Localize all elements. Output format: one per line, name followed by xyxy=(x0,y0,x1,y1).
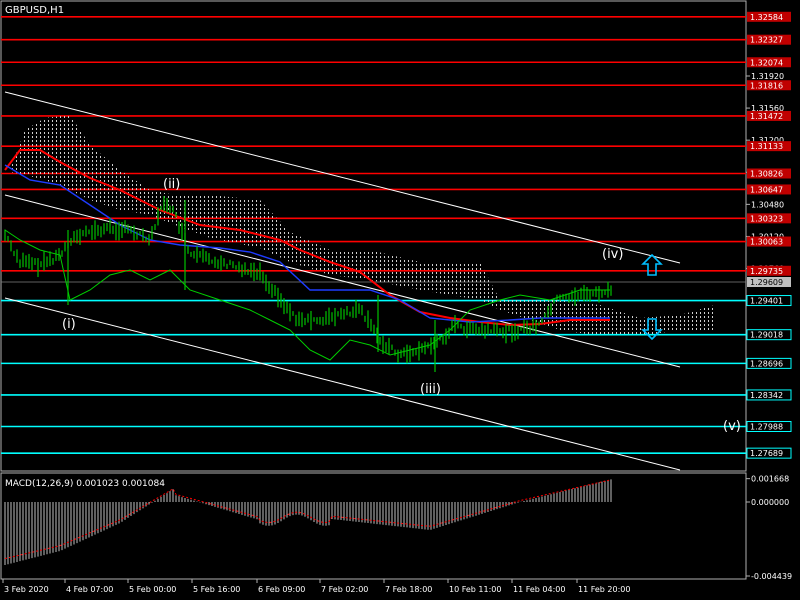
resistance-price-label: 1.31816 xyxy=(750,81,783,90)
support-price-label: 1.28342 xyxy=(750,391,783,400)
time-label: 7 Feb 02:00 xyxy=(321,585,368,594)
trading-chart-window[interactable]: 1.319201.315601.312001.308401.304801.301… xyxy=(0,0,800,600)
wave-label-iii: (iii) xyxy=(420,382,441,397)
resistance-price-label: 1.30323 xyxy=(750,214,783,223)
resistance-price-label: 1.30826 xyxy=(750,170,783,179)
wave-label-i: (i) xyxy=(62,317,76,332)
price-scale: 1.319201.315601.312001.308401.304801.301… xyxy=(746,11,792,581)
time-label: 11 Feb 20:00 xyxy=(578,585,630,594)
macd-scale-label: 0.001668 xyxy=(751,475,789,484)
support-price-label: 1.29018 xyxy=(750,331,783,340)
symbol-title: GBPUSD,H1 xyxy=(5,5,64,16)
resistance-price-label: 1.32327 xyxy=(750,36,783,45)
resistance-price-label: 1.32074 xyxy=(750,58,783,67)
chart-canvas[interactable]: 1.319201.315601.312001.308401.304801.301… xyxy=(0,0,800,600)
resistance-price-label: 1.31472 xyxy=(750,112,783,121)
horizontal-levels[interactable] xyxy=(1,15,746,454)
support-price-label: 1.27689 xyxy=(750,449,783,458)
wave-label-v: (v) xyxy=(723,419,741,434)
time-label: 5 Feb 00:00 xyxy=(129,585,176,594)
time-label: 4 Feb 07:00 xyxy=(66,585,113,594)
channel-line[interactable] xyxy=(4,194,681,368)
resistance-price-label: 1.30647 xyxy=(750,185,783,194)
time-axis: 3 Feb 2020 4 Feb 07:00 5 Feb 00:00 5 Feb 16… xyxy=(2,579,630,594)
time-label: 3 Feb 2020 xyxy=(4,585,49,594)
time-label: 6 Feb 09:00 xyxy=(258,585,305,594)
macd-title: MACD(12,26,9) 0.001023 0.001084 xyxy=(5,479,165,489)
macd-scale-label: -0.004439 xyxy=(751,572,792,581)
support-price-label: 1.27988 xyxy=(750,422,783,431)
scale-tick-label: 1.30480 xyxy=(751,200,784,209)
time-label: 10 Feb 11:00 xyxy=(449,585,501,594)
resistance-price-label: 1.31133 xyxy=(750,142,783,151)
resistance-price-label: 1.32584 xyxy=(750,13,783,22)
macd-scale-label: 0.000000 xyxy=(751,498,789,507)
macd-histogram xyxy=(4,479,612,565)
wave-label-iv: (iv) xyxy=(602,247,623,262)
support-price-label: 1.28696 xyxy=(750,359,783,368)
resistance-price-label: 1.30063 xyxy=(750,238,783,247)
scale-tick-label: 1.31920 xyxy=(751,72,784,81)
current-price-label: 1.29609 xyxy=(750,278,783,287)
support-price-label: 1.29401 xyxy=(750,297,783,306)
macd-signal-line xyxy=(4,479,612,560)
time-label: 7 Feb 18:00 xyxy=(385,585,432,594)
time-label: 11 Feb 04:00 xyxy=(513,585,565,594)
resistance-price-label: 1.29735 xyxy=(750,267,783,276)
main-chart-frame xyxy=(0,0,747,472)
time-label: 5 Feb 16:00 xyxy=(193,585,240,594)
trend-channel[interactable] xyxy=(4,91,681,471)
wave-label-ii: (ii) xyxy=(163,177,180,192)
